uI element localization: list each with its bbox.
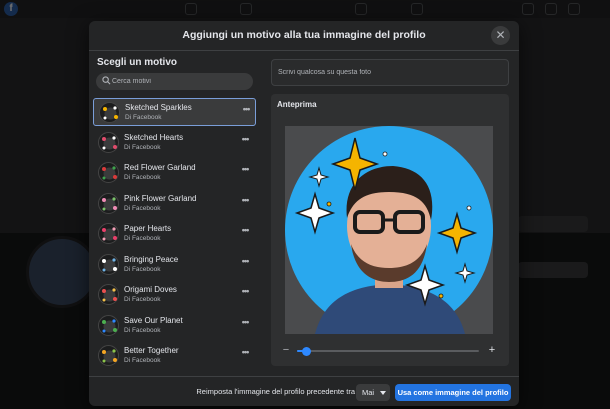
frame-name: Paper Hearts [124,224,172,233]
frame-author: Di Facebook [124,174,161,181]
frame-name: Bringing Peace [124,254,179,264]
frame-author: Di Facebook [124,235,161,242]
more-options-icon[interactable]: ••• [239,195,251,206]
frame-thumbnail [98,314,119,336]
revert-duration-select[interactable]: Mai [356,384,390,401]
more-options-icon[interactable]: ••• [239,226,251,236]
frame-preview-image [285,126,493,334]
frame-thumbnail [98,253,119,275]
frame-list-item[interactable]: Red Flower Garland Di Facebook ••• [93,159,256,187]
search-input[interactable] [112,73,250,90]
frame-thumbnail [98,284,119,305]
more-options-icon[interactable]: ••• [239,256,251,267]
frame-thumbnail [98,131,119,153]
zoom-in-icon[interactable]: + [487,345,497,356]
frame-name: Origami Doves [124,285,177,294]
frame-name: Red Flower Garland [124,163,196,172]
frame-name: Better Together [124,346,179,355]
more-options-icon[interactable]: ••• [240,105,252,115]
frame-thumbnail [98,345,119,366]
frame-thumbnail [98,162,119,183]
profile-photo-preview[interactable] [285,126,493,334]
frame-list-item[interactable]: Bringing Peace Di Facebook ••• [93,251,256,279]
frame-author: Di Facebook [125,114,162,121]
frame-author: Di Facebook [124,296,161,303]
frame-list-item[interactable]: Save Our Planet Di Facebook ••• [93,312,256,340]
caption-input[interactable] [278,60,504,85]
dialog-title: Aggiungi un motivo alla tua immagine del… [182,29,426,41]
zoom-slider-track[interactable] [297,346,479,356]
more-options-icon[interactable]: ••• [239,134,251,145]
close-icon: ✕ [495,28,506,42]
frame-author: Di Facebook [124,204,161,212]
caption-field[interactable] [271,59,509,86]
close-button[interactable]: ✕ [491,26,510,45]
caret-down-icon [380,391,386,395]
frame-list-item[interactable]: Sketched Hearts Di Facebook ••• [93,129,256,157]
use-as-profile-picture-button[interactable]: Usa come immagine del profilo [395,384,511,401]
frame-name: Sketched Sparkles [125,103,192,112]
frame-author: Di Facebook [124,143,161,151]
frame-author: Di Facebook [124,265,161,273]
frame-picker-dialog: Aggiungi un motivo alla tua immagine del… [89,21,519,406]
frame-list-item[interactable]: Sketched Sparkles Di Facebook ••• [93,98,256,126]
frame-list-heading: Scegli un motivo [97,57,178,68]
preview-panel: Anteprima − + [271,94,509,366]
more-options-icon[interactable]: ••• [239,165,251,175]
frame-list-panel: Scegli un motivo Sketched Sparkles Di Fac… [89,52,259,376]
more-options-icon[interactable]: ••• [239,317,251,328]
revert-label: Reimposta l'immagine del profilo precede… [196,387,355,396]
frame-list-item[interactable]: Better Together Di Facebook ••• [93,342,256,370]
frame-thumbnail [98,223,119,244]
zoom-slider-handle[interactable] [301,346,311,356]
search-icon [102,76,111,85]
frame-list-item[interactable]: Paper Hearts Di Facebook ••• [93,220,256,248]
frame-list-item[interactable]: Pink Flower Garland Di Facebook ••• [93,190,256,218]
revert-duration-value: Mai [362,388,375,397]
zoom-slider[interactable]: − + [281,345,499,356]
frame-author: Di Facebook [124,357,161,364]
frame-author: Di Facebook [124,326,161,334]
frame-name: Pink Flower Garland [124,193,197,203]
frame-list-item[interactable]: Origami Doves Di Facebook ••• [93,281,256,309]
frame-search[interactable] [96,73,253,90]
dialog-footer: Reimposta l'immagine del profilo precede… [89,376,519,406]
frame-thumbnail [99,102,120,123]
dialog-header: Aggiungi un motivo alla tua immagine del… [89,21,519,51]
preview-heading: Anteprima [277,100,317,109]
more-options-icon[interactable]: ••• [239,287,251,297]
frame-name: Save Our Planet [124,315,183,325]
frame-name: Sketched Hearts [124,132,184,142]
frame-thumbnail [98,192,119,214]
zoom-out-icon[interactable]: − [281,345,291,356]
more-options-icon[interactable]: ••• [239,348,251,358]
